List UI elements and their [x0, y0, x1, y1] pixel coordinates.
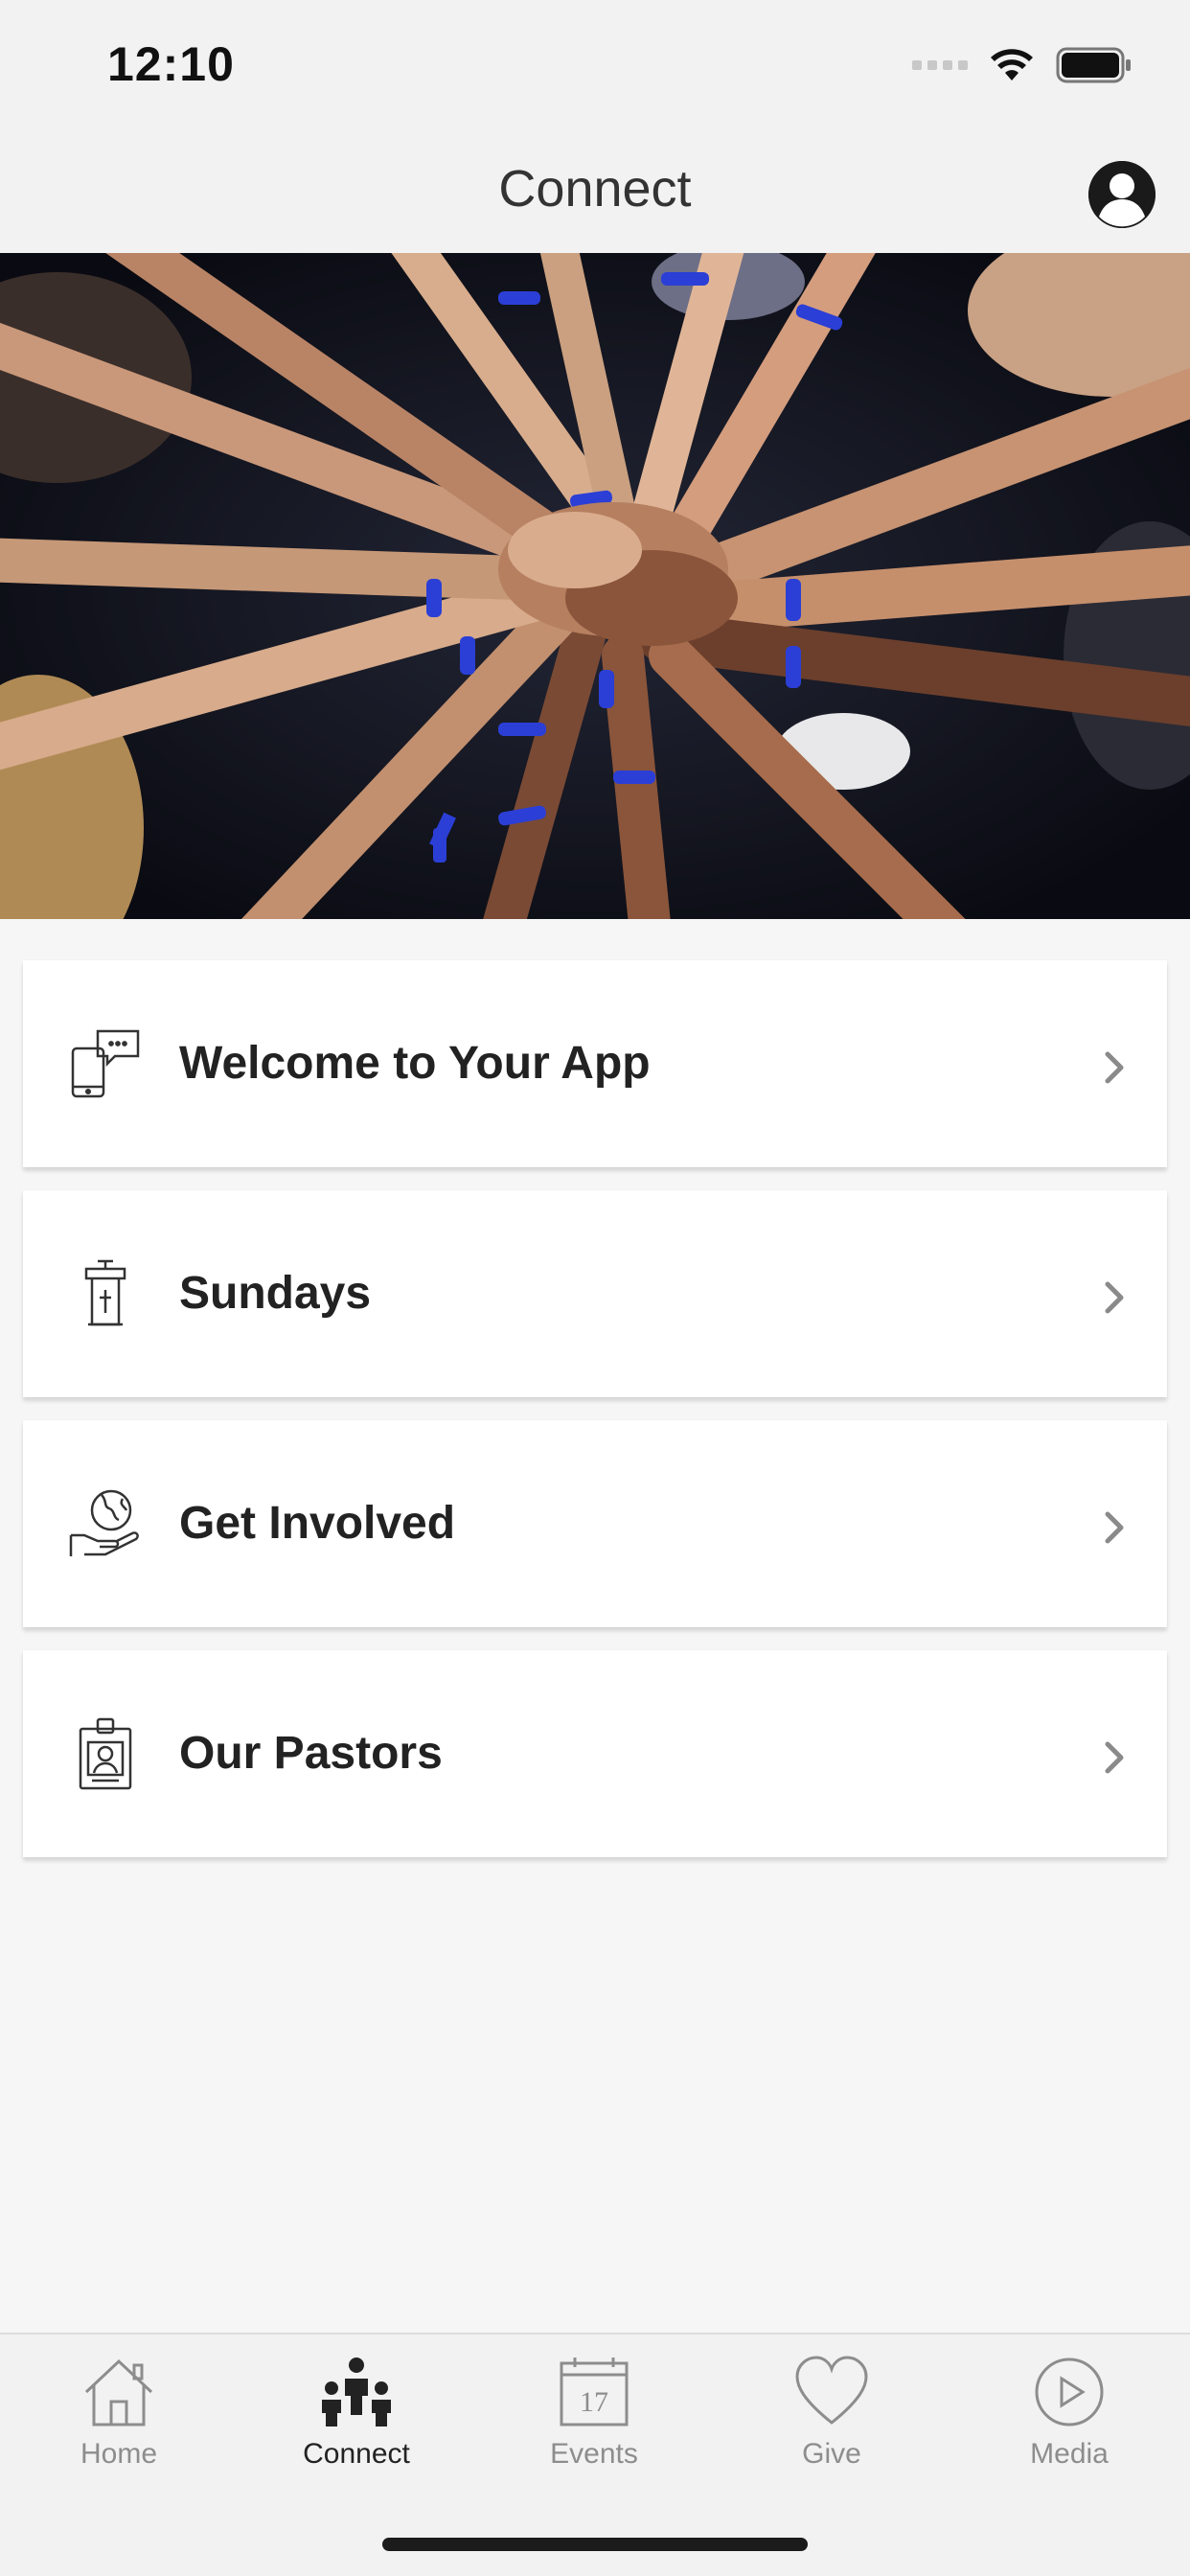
chevron-right-icon: [1105, 1511, 1124, 1544]
hands-together-photo: [0, 253, 1190, 919]
people-icon: [322, 2358, 391, 2426]
tab-label: Media: [1030, 2438, 1109, 2470]
menu-item-label: Our Pastors: [179, 1728, 443, 1779]
tab-label: Events: [550, 2438, 638, 2470]
wifi-icon: [991, 49, 1033, 80]
hero-image: [0, 253, 1190, 919]
tab-connect[interactable]: Connect: [238, 2354, 475, 2497]
menu-item-label: Get Involved: [179, 1498, 456, 1549]
home-icon: [84, 2358, 153, 2426]
menu-item-label: Welcome to Your App: [179, 1038, 651, 1089]
status-bar: 12:10: [0, 0, 1190, 134]
user-circle-icon: [1088, 161, 1156, 228]
heart-icon: [795, 2356, 868, 2425]
status-icons: [912, 46, 1133, 84]
page-title: Connect: [498, 160, 692, 218]
battery-icon: [1056, 47, 1131, 83]
tab-label: Connect: [303, 2438, 410, 2470]
menu-item-welcome[interactable]: Welcome to Your App: [23, 960, 1167, 1167]
svg-text:17: 17: [580, 2386, 608, 2418]
chevron-right-icon: [1105, 1281, 1124, 1314]
tab-label: Home: [80, 2438, 158, 2470]
tab-home[interactable]: Home: [0, 2354, 238, 2497]
tab-media[interactable]: Media: [950, 2354, 1188, 2497]
tab-events[interactable]: 17 Events: [475, 2354, 713, 2497]
tab-label: Give: [802, 2438, 861, 2470]
navigation-header: Connect: [0, 134, 1190, 253]
menu-item-sundays[interactable]: Sundays: [23, 1190, 1167, 1397]
play-circle-icon: [1035, 2358, 1104, 2426]
status-time: 12:10: [107, 37, 235, 91]
menu-item-our-pastors[interactable]: Our Pastors: [23, 1650, 1167, 1857]
id-badge-icon: [79, 1717, 132, 1790]
cellular-signal-icon: [912, 60, 968, 70]
chevron-right-icon: [1105, 1741, 1124, 1774]
menu-list: Welcome to Your App Sundays Get Involved…: [23, 960, 1167, 1880]
menu-item-label: Sundays: [179, 1268, 372, 1319]
calendar-icon: 17: [560, 2358, 629, 2426]
home-indicator[interactable]: [382, 2538, 808, 2551]
menu-item-get-involved[interactable]: Get Involved: [23, 1420, 1167, 1627]
pulpit-icon: [84, 1259, 126, 1326]
tab-give[interactable]: Give: [713, 2354, 950, 2497]
hand-globe-icon: [69, 1489, 139, 1556]
profile-button[interactable]: [1088, 161, 1156, 228]
phone-chat-icon: [71, 1029, 140, 1098]
chevron-right-icon: [1105, 1051, 1124, 1084]
